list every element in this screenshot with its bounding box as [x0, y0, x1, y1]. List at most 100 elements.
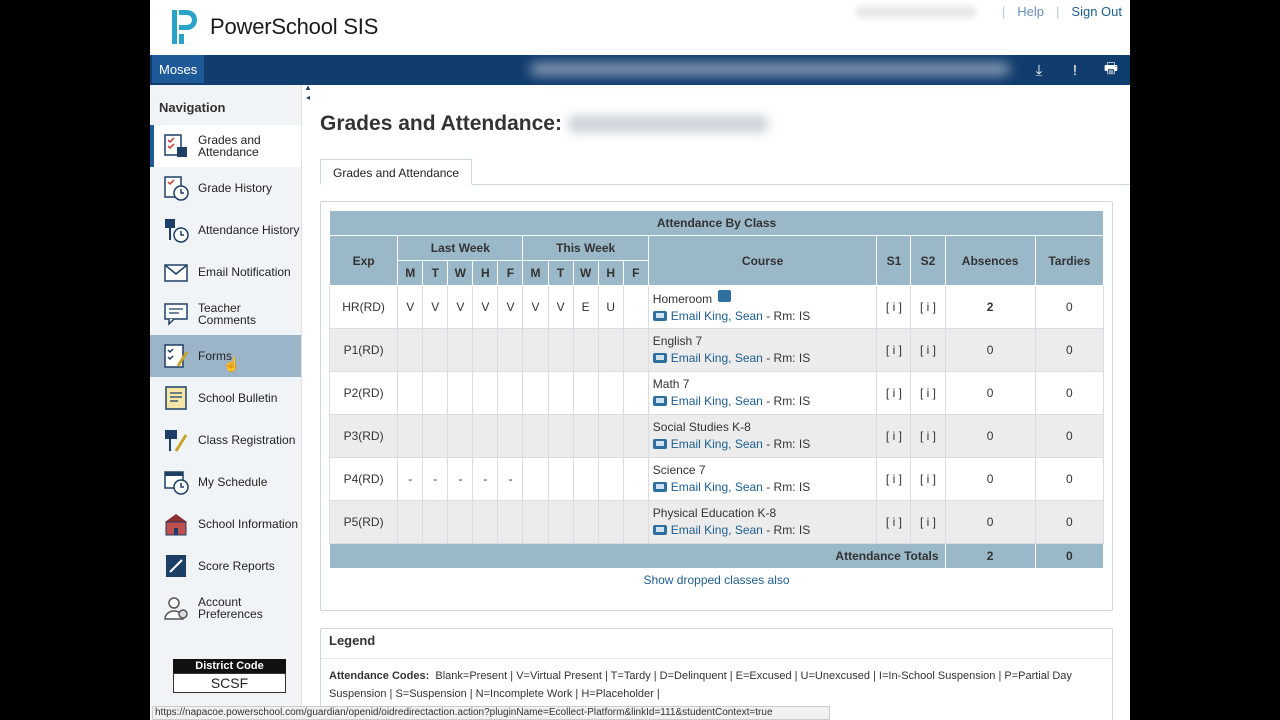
show-dropped-link[interactable]: Show dropped classes also: [321, 573, 1112, 587]
teacher-email-link[interactable]: Email King, Sean: [671, 480, 763, 494]
s1-grade-link[interactable]: [ i ]: [876, 457, 912, 501]
nav-teacher-comments[interactable]: Teacher Comments: [150, 293, 301, 335]
col-s2: S2: [910, 235, 946, 286]
teacher-email-link[interactable]: Email King, Sean: [671, 523, 763, 537]
attendance-box: Attendance By Class Exp Last Week This W…: [320, 201, 1113, 611]
s1-grade-link[interactable]: [ i ]: [876, 328, 912, 372]
nav-attendance-history[interactable]: Attendance History: [150, 209, 301, 251]
nav-grades-and-attendance[interactable]: Grades and Attendance: [150, 125, 301, 167]
day-cell[interactable]: -: [447, 457, 474, 501]
alert-icon[interactable]: !: [1066, 62, 1084, 79]
day-cell: [447, 500, 474, 544]
day-cell[interactable]: V: [497, 285, 524, 329]
day-cell: [522, 457, 549, 501]
email-icon: [164, 264, 188, 282]
account-icon: [164, 597, 188, 620]
email-icon[interactable]: [652, 525, 667, 535]
col-course: Course: [647, 235, 878, 286]
nav-school-bulletin[interactable]: School Bulletin: [150, 377, 301, 419]
day-cell[interactable]: V: [397, 285, 424, 329]
table-row: P2(RD) Math 7 Email King, Sean - Rm: IS [ i…: [328, 371, 1105, 415]
day-cell: [472, 414, 499, 458]
s2-grade-link[interactable]: [ i ]: [910, 285, 946, 329]
tardies-cell: 0: [1034, 285, 1105, 329]
exp-cell: P1(RD): [328, 328, 399, 372]
s2-grade-link[interactable]: [ i ]: [910, 371, 946, 415]
sign-out-link[interactable]: Sign Out: [1071, 4, 1122, 19]
teacher-email-link[interactable]: Email King, Sean: [671, 351, 763, 365]
day-cell[interactable]: -: [497, 457, 524, 501]
day-cell[interactable]: V: [447, 285, 474, 329]
day-cell[interactable]: -: [397, 457, 424, 501]
teacher-email-link[interactable]: Email King, Sean: [671, 309, 763, 323]
day-cell: [397, 500, 424, 544]
s1-grade-link[interactable]: [ i ]: [876, 500, 912, 544]
nav-label: Account Preferences: [198, 595, 263, 621]
email-icon[interactable]: [652, 439, 667, 449]
powerschool-logo[interactable]: PowerSchool SIS: [170, 8, 378, 46]
day-cell[interactable]: -: [472, 457, 499, 501]
day-cell[interactable]: V: [472, 285, 499, 329]
course-cell: Physical Education K-8 Email King, Sean -…: [647, 500, 878, 544]
day-cell: [422, 371, 449, 415]
nav-score-reports[interactable]: Score Reports: [150, 545, 301, 587]
status-bar-url: https://napacoe.powerschool.com/guardian…: [152, 706, 830, 720]
day-cell: [522, 328, 549, 372]
tardies-cell: 0: [1034, 371, 1105, 415]
student-tab[interactable]: Moses: [152, 55, 205, 83]
day-cell: [547, 457, 574, 501]
table-row: P4(RD) - - - - - Science 7 Email King, Sean - R…: [328, 457, 1105, 501]
nav-label: School Bulletin: [198, 391, 278, 405]
tab-row: Grades and Attendance: [320, 159, 1130, 185]
day-cell[interactable]: V: [422, 285, 449, 329]
day-cell[interactable]: V: [522, 285, 549, 329]
nav-class-registration[interactable]: Class Registration: [150, 419, 301, 461]
tab-grades-and-attendance[interactable]: Grades and Attendance: [320, 159, 473, 185]
district-code-title: District Code: [173, 659, 286, 673]
download-icon[interactable]: ⤓: [1030, 62, 1048, 79]
s2-grade-link[interactable]: [ i ]: [910, 500, 946, 544]
email-icon[interactable]: [652, 482, 667, 492]
absences-cell: 0: [944, 371, 1036, 415]
day-cell[interactable]: E: [572, 285, 599, 329]
s2-grade-link[interactable]: [ i ]: [910, 457, 946, 501]
table-row: P1(RD) English 7 Email King, Sean - Rm: IS…: [328, 328, 1105, 372]
table-caption: Attendance By Class: [329, 210, 1104, 236]
col-tardies: Tardies: [1034, 235, 1105, 286]
nav-email-notification[interactable]: Email Notification: [150, 251, 301, 293]
help-link[interactable]: Help: [1017, 4, 1044, 19]
teacher-email-link[interactable]: Email King, Sean: [671, 437, 763, 451]
absences-cell[interactable]: 2: [944, 285, 1036, 329]
powerschool-logo-icon: [172, 10, 197, 44]
s1-grade-link[interactable]: [ i ]: [876, 414, 912, 458]
s1-grade-link[interactable]: [ i ]: [876, 371, 912, 415]
registration-icon: [165, 430, 188, 452]
s1-grade-link[interactable]: [ i ]: [876, 285, 912, 329]
nav-my-schedule[interactable]: My Schedule: [150, 461, 301, 503]
nav-grade-history[interactable]: Grade History: [150, 167, 301, 209]
day-cell: [572, 371, 599, 415]
day-cell[interactable]: V: [547, 285, 574, 329]
school-icon: [165, 514, 187, 536]
day-cell: [522, 371, 549, 415]
nav-label: Attendance History: [198, 223, 300, 237]
s2-grade-link[interactable]: [ i ]: [910, 328, 946, 372]
nav-account-preferences[interactable]: Account Preferences: [150, 587, 301, 629]
totals-absences: 2: [944, 543, 1036, 569]
day-cell[interactable]: -: [422, 457, 449, 501]
exp-cell: P3(RD): [328, 414, 399, 458]
navigation-title: Navigation: [159, 100, 226, 115]
email-icon[interactable]: [652, 396, 667, 406]
teacher-email-link[interactable]: Email King, Sean: [671, 394, 763, 408]
email-icon[interactable]: [652, 310, 667, 321]
course-info-icon[interactable]: [718, 289, 732, 302]
district-code-value: SCSF: [173, 673, 286, 693]
day-cell: [472, 500, 499, 544]
email-icon[interactable]: [652, 353, 667, 363]
day-cell: [597, 457, 624, 501]
print-icon[interactable]: 🖶: [1102, 58, 1120, 83]
nav-school-information[interactable]: School Information: [150, 503, 301, 545]
day-cell[interactable]: U: [597, 285, 624, 329]
nav-label: Teacher Comments: [198, 301, 257, 327]
s2-grade-link[interactable]: [ i ]: [910, 414, 946, 458]
